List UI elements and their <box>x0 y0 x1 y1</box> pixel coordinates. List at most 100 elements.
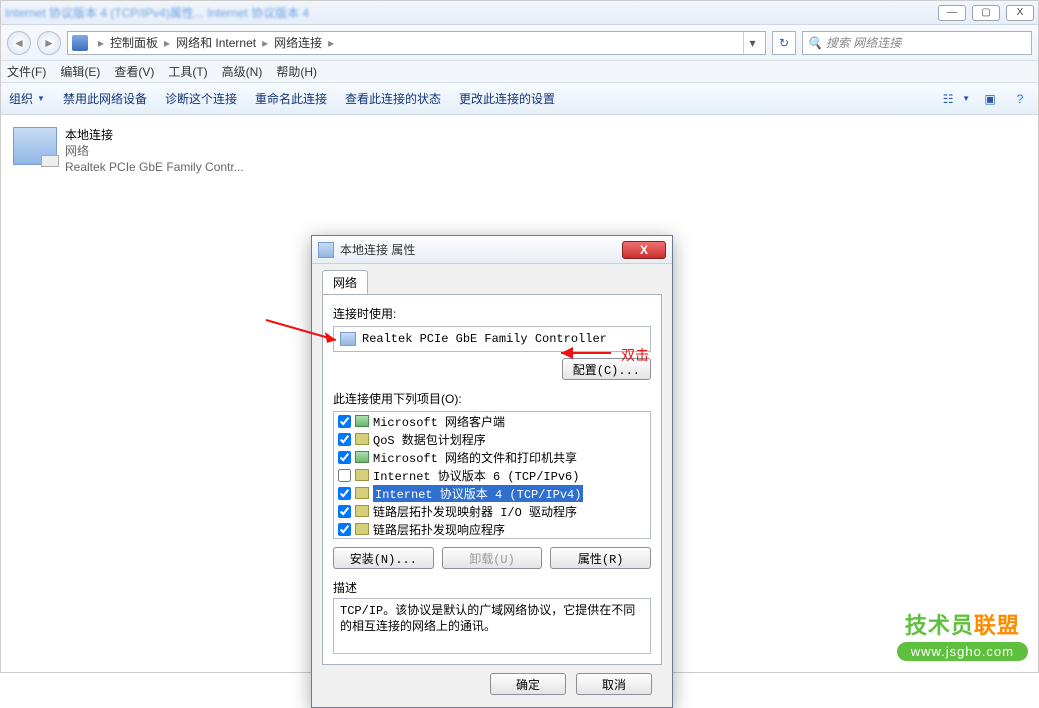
description-box: TCP/IP。该协议是默认的广域网络协议，它提供在不同的相互连接的网络上的通讯。 <box>333 598 651 654</box>
item-checkbox[interactable] <box>338 523 351 536</box>
item-label: 链路层拓扑发现响应程序 <box>373 521 505 538</box>
cancel-button[interactable]: 取消 <box>576 673 652 695</box>
help-button[interactable]: ? <box>1010 89 1030 109</box>
item-label: QoS 数据包计划程序 <box>373 431 486 448</box>
connection-item[interactable]: 本地连接 网络 Realtek PCIe GbE Family Contr... <box>9 123 269 179</box>
item-checkbox[interactable] <box>338 487 351 500</box>
uninstall-button: 卸载(U) <box>442 547 543 569</box>
breadcrumb-sep: ▸ <box>258 36 272 50</box>
tab-strip: 网络 <box>322 272 662 294</box>
protocol-icon <box>355 415 369 427</box>
breadcrumb-item[interactable]: 网络和 Internet <box>176 34 256 51</box>
content-area: 本地连接 网络 Realtek PCIe GbE Family Contr...… <box>1 115 1038 671</box>
list-item[interactable]: 链路层拓扑发现映射器 I/O 驱动程序 <box>334 502 650 520</box>
menu-bar: 文件(F) 编辑(E) 查看(V) 工具(T) 高级(N) 帮助(H) <box>1 61 1038 83</box>
protocol-icon <box>355 505 369 517</box>
items-label: 此连接使用下列项目(O): <box>333 390 651 407</box>
item-label: Microsoft 网络的文件和打印机共享 <box>373 449 577 466</box>
adapter-name: Realtek PCIe GbE Family Controller <box>362 332 607 346</box>
properties-dialog: 本地连接 属性 X 网络 连接时使用: Realtek PCIe GbE Fam… <box>311 235 673 708</box>
breadcrumb-dropdown[interactable]: ▾ <box>743 32 761 54</box>
item-checkbox[interactable] <box>338 415 351 428</box>
dialog-close-button[interactable]: X <box>622 241 666 259</box>
breadcrumb-sep: ▸ <box>324 36 338 50</box>
close-window-button[interactable]: X <box>1006 5 1034 21</box>
adapter-field: Realtek PCIe GbE Family Controller <box>333 326 651 352</box>
item-label: Internet 协议版本 6 (TCP/IPv6) <box>373 467 579 484</box>
nav-back-button[interactable]: ◄ <box>7 31 31 55</box>
preview-pane-button[interactable]: ▣ <box>980 89 1000 109</box>
item-label: 链路层拓扑发现映射器 I/O 驱动程序 <box>373 503 577 520</box>
tb-disable[interactable]: 禁用此网络设备 <box>63 90 147 107</box>
window-title-blurred: Internet 协议版本 4 (TCP/IPv4)属性... Internet… <box>5 4 309 21</box>
item-checkbox[interactable] <box>338 505 351 518</box>
breadcrumb-sep: ▸ <box>160 36 174 50</box>
list-item[interactable]: Internet 协议版本 6 (TCP/IPv6) <box>334 466 650 484</box>
search-icon: 🔍 <box>807 36 822 50</box>
menu-view[interactable]: 查看(V) <box>114 63 154 80</box>
annotation-text: 双击 <box>621 345 649 365</box>
watermark: 技术员联盟 www.jsgho.com <box>897 608 1028 661</box>
tab-panel: 连接时使用: Realtek PCIe GbE Family Controlle… <box>322 294 662 665</box>
ok-button[interactable]: 确定 <box>490 673 566 695</box>
watermark-brand: 技术员联盟 <box>897 608 1028 640</box>
protocol-icon <box>355 451 369 463</box>
item-label: Internet 协议版本 4 (TCP/IPv4) <box>373 485 583 502</box>
dialog-body: 网络 连接时使用: Realtek PCIe GbE Family Contro… <box>312 264 672 707</box>
control-panel-icon <box>72 35 88 51</box>
breadcrumb-item[interactable]: 控制面板 <box>110 34 158 51</box>
item-properties-button[interactable]: 属性(R) <box>550 547 651 569</box>
window-controls: — ▢ X <box>938 5 1034 21</box>
menu-file[interactable]: 文件(F) <box>7 63 46 80</box>
tb-status[interactable]: 查看此连接的状态 <box>345 90 441 107</box>
protocol-icon <box>355 469 369 481</box>
connection-text: 本地连接 网络 Realtek PCIe GbE Family Contr... <box>65 127 244 175</box>
minimize-button[interactable]: — <box>938 5 966 21</box>
dialog-titlebar[interactable]: 本地连接 属性 X <box>312 236 672 264</box>
list-item[interactable]: Microsoft 网络的文件和打印机共享 <box>334 448 650 466</box>
protocol-icon <box>355 523 369 535</box>
menu-tools[interactable]: 工具(T) <box>168 63 207 80</box>
protocol-icon <box>355 487 369 499</box>
view-options-button[interactable]: ☷▼ <box>938 89 970 109</box>
items-listbox[interactable]: Microsoft 网络客户端QoS 数据包计划程序Microsoft 网络的文… <box>333 411 651 539</box>
tb-rename[interactable]: 重命名此连接 <box>255 90 327 107</box>
chevron-down-icon: ▼ <box>962 94 970 103</box>
description-label: 描述 <box>333 579 651 596</box>
watermark-url: www.jsgho.com <box>897 642 1028 661</box>
item-checkbox[interactable] <box>338 469 351 482</box>
address-bar-row: ◄ ► ▸ 控制面板 ▸ 网络和 Internet ▸ 网络连接 ▸ ▾ ↻ 🔍… <box>1 25 1038 61</box>
menu-help[interactable]: 帮助(H) <box>276 63 317 80</box>
item-checkbox[interactable] <box>338 451 351 464</box>
adapter-icon <box>340 332 356 346</box>
item-label: Microsoft 网络客户端 <box>373 413 505 430</box>
menu-edit[interactable]: 编辑(E) <box>60 63 100 80</box>
network-adapter-icon <box>13 127 57 165</box>
connection-status: 网络 <box>65 143 244 159</box>
dialog-icon <box>318 242 334 258</box>
refresh-button[interactable]: ↻ <box>772 31 796 55</box>
list-item[interactable]: Microsoft 网络客户端 <box>334 412 650 430</box>
breadcrumb-item[interactable]: 网络连接 <box>274 34 322 51</box>
nav-forward-button[interactable]: ► <box>37 31 61 55</box>
connection-adapter: Realtek PCIe GbE Family Contr... <box>65 159 244 175</box>
menu-advanced[interactable]: 高级(N) <box>222 63 263 80</box>
tab-network[interactable]: 网络 <box>322 270 368 294</box>
tb-settings[interactable]: 更改此连接的设置 <box>459 90 555 107</box>
view-icon: ☷ <box>938 89 958 109</box>
connect-using-label: 连接时使用: <box>333 305 651 322</box>
dialog-title: 本地连接 属性 <box>340 241 415 258</box>
maximize-button[interactable]: ▢ <box>972 5 1000 21</box>
connection-name: 本地连接 <box>65 127 244 143</box>
install-button[interactable]: 安装(N)... <box>333 547 434 569</box>
protocol-icon <box>355 433 369 445</box>
breadcrumb[interactable]: ▸ 控制面板 ▸ 网络和 Internet ▸ 网络连接 ▸ ▾ <box>67 31 766 55</box>
item-checkbox[interactable] <box>338 433 351 446</box>
list-item[interactable]: Internet 协议版本 4 (TCP/IPv4) <box>334 484 650 502</box>
search-placeholder: 搜索 网络连接 <box>826 34 901 51</box>
organize-button[interactable]: 组织 ▼ <box>9 90 45 107</box>
list-item[interactable]: 链路层拓扑发现响应程序 <box>334 520 650 538</box>
list-item[interactable]: QoS 数据包计划程序 <box>334 430 650 448</box>
search-input[interactable]: 🔍 搜索 网络连接 <box>802 31 1032 55</box>
tb-diagnose[interactable]: 诊断这个连接 <box>165 90 237 107</box>
